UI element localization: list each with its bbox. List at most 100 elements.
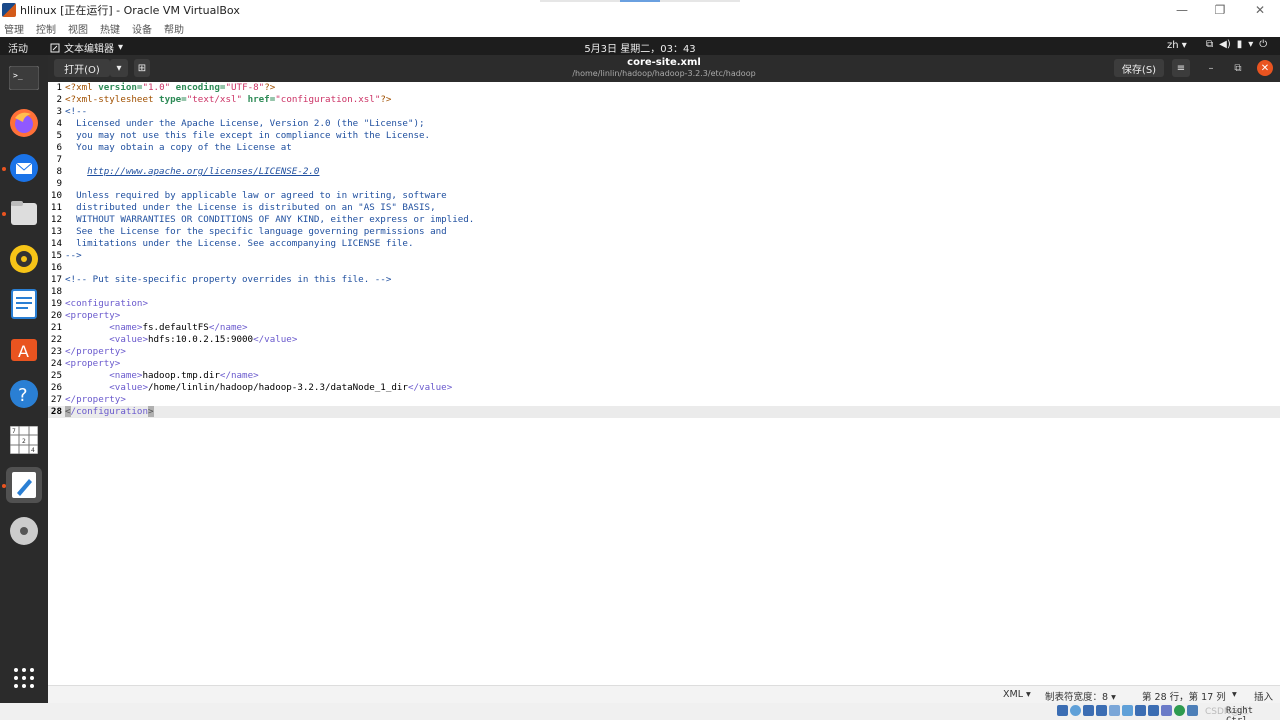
save-button[interactable]: 保存(S): [1114, 59, 1164, 77]
language-selector[interactable]: XML ▾: [1003, 689, 1031, 700]
document-path: /home/linlin/hadoop/hadoop-3.2.3/etc/had…: [572, 69, 756, 78]
line-number: 26: [50, 382, 62, 393]
svg-text:2: 2: [22, 438, 26, 445]
recording-icon[interactable]: [1148, 705, 1159, 716]
rhythmbox-icon: [10, 245, 38, 273]
dock-firefox[interactable]: [6, 105, 42, 141]
text-view[interactable]: 1 <?xml version="1.0" encoding="UTF-8"?> …: [48, 82, 1280, 685]
gnome-top-bar: 活动 文本编辑器 ▾ 5月3日 星期二，03：43 zh ▾ ⧉ ◀) ▮ ▾ …: [0, 37, 1280, 55]
line-number: 17: [50, 274, 62, 285]
line-number: 3: [56, 106, 62, 117]
line-number: 13: [50, 226, 62, 237]
close-button[interactable]: ✕: [1240, 0, 1280, 19]
code-line: 2 <?xml-stylesheet type="text/xsl" href="…: [48, 94, 1280, 106]
code-line: 3 <!--: [48, 106, 1280, 118]
line-number: 1: [56, 82, 62, 93]
code-line: 20 <property>: [48, 310, 1280, 322]
dock-text-editor[interactable]: [6, 467, 42, 503]
svg-text:A: A: [18, 342, 29, 361]
insert-mode: 插入: [1254, 692, 1274, 703]
code-area[interactable]: 1 <?xml version="1.0" encoding="UTF-8"?> …: [48, 82, 1280, 418]
dock-ubuntu-software[interactable]: A: [6, 331, 42, 367]
dock-thunderbird[interactable]: [6, 150, 42, 186]
code-line: 9: [48, 178, 1280, 190]
dock: >_ A ? 724: [0, 55, 48, 720]
virtualbox-icon: [2, 2, 16, 17]
title-progress-strip: [540, 0, 740, 2]
shared-folder-icon[interactable]: [1122, 705, 1133, 716]
line-number: 15: [50, 250, 62, 261]
line-number: 22: [50, 334, 62, 345]
network-icon[interactable]: [1096, 705, 1107, 716]
usb-icon[interactable]: [1109, 705, 1120, 716]
code-line: 17 <!-- Put site-specific property overri…: [48, 274, 1280, 286]
code-line: 14 limitations under the License. See ac…: [48, 238, 1280, 250]
firefox-icon: [10, 109, 38, 137]
dock-help[interactable]: ?: [6, 376, 42, 412]
menu-control[interactable]: 控制: [36, 21, 56, 36]
menu-devices[interactable]: 设备: [132, 21, 152, 36]
line-number: 4: [56, 118, 62, 129]
window-title: hllinux [正在运行] - Oracle VM VirtualBox: [20, 3, 240, 17]
tab-width-selector[interactable]: 制表符宽度：8 ▾: [1045, 689, 1116, 703]
minimize-button[interactable]: —: [1162, 0, 1202, 19]
code-line: 25 <name>hadoop.tmp.dir</name>: [48, 370, 1280, 382]
code-line: 1 <?xml version="1.0" encoding="UTF-8"?>: [48, 82, 1280, 94]
show-applications-icon: [14, 668, 34, 688]
dock-dvd[interactable]: [6, 513, 42, 549]
line-number: 28: [50, 406, 62, 417]
audio-icon[interactable]: [1083, 705, 1094, 716]
hdd-icon[interactable]: [1057, 705, 1068, 716]
restore-button[interactable]: ❐: [1200, 0, 1240, 19]
cursor-position[interactable]: 第 28 行，第 17 列: [1142, 689, 1226, 703]
cpu-icon[interactable]: [1161, 705, 1172, 716]
code-line: 24 <property>: [48, 358, 1280, 370]
host-key-label: Right Ctrl: [1226, 706, 1254, 720]
current-line: 28 </configuration>: [48, 406, 1280, 418]
menu-help[interactable]: 帮助: [164, 21, 184, 36]
license-link[interactable]: http://www.apache.org/licenses/LICENSE-2…: [87, 166, 319, 177]
hamburger-icon: ≡: [1176, 62, 1186, 74]
code-line: 19 <configuration>: [48, 298, 1280, 310]
system-menu[interactable]: ⧉ ◀) ▮ ▾ ⏻: [1206, 39, 1267, 50]
code-line: 6 You may obtain a copy of the License a…: [48, 142, 1280, 154]
dock-libreoffice-writer[interactable]: [6, 286, 42, 322]
line-number: 5: [56, 130, 62, 141]
editor-statusbar: XML ▾ 制表符宽度：8 ▾ 第 28 行，第 17 列 ▾ 插入: [48, 685, 1280, 703]
line-number: 10: [50, 190, 62, 201]
dock-files[interactable]: [6, 195, 42, 231]
keyboard-icon[interactable]: [1187, 705, 1198, 716]
line-number: 12: [50, 214, 62, 225]
code-line: 27 </property>: [48, 394, 1280, 406]
line-number: 6: [56, 142, 62, 153]
menu-manage[interactable]: 管理: [4, 21, 24, 36]
maximize-icon: ⧉: [1234, 62, 1242, 74]
minimize-icon: –: [1208, 62, 1214, 74]
menu-view[interactable]: 视图: [68, 21, 88, 36]
chevron-down-icon[interactable]: ▾: [1232, 689, 1237, 700]
menu-hotkeys[interactable]: 热键: [100, 21, 120, 36]
line-number: 27: [50, 394, 62, 405]
code-line: 21 <name>fs.defaultFS</name>: [48, 322, 1280, 334]
show-applications-button[interactable]: [6, 660, 42, 696]
editor-maximize-button[interactable]: ⧉: [1230, 60, 1246, 76]
display-icon[interactable]: [1135, 705, 1146, 716]
mouse-integration-icon[interactable]: [1174, 705, 1185, 716]
svg-text:4: 4: [31, 447, 35, 454]
editor-minimize-button[interactable]: –: [1203, 60, 1219, 76]
dock-sudoku[interactable]: 724: [6, 422, 42, 458]
hamburger-menu-button[interactable]: ≡: [1172, 59, 1190, 77]
help-icon: ?: [10, 380, 38, 408]
thunderbird-icon: [10, 154, 38, 182]
line-number: 24: [50, 358, 62, 369]
dock-rhythmbox[interactable]: [6, 241, 42, 277]
optical-icon[interactable]: [1070, 705, 1081, 716]
editor-close-button[interactable]: ✕: [1257, 60, 1273, 76]
code-line: 22 <value>hdfs:10.0.2.15:9000</value>: [48, 334, 1280, 346]
code-line: 16: [48, 262, 1280, 274]
vbox-statusbar: CSDN@江 Right Ctrl: [0, 703, 1280, 720]
dock-terminal[interactable]: >_: [6, 60, 42, 96]
clock[interactable]: 5月3日 星期二，03：43: [0, 40, 1280, 55]
line-number: 18: [50, 286, 62, 297]
input-language[interactable]: zh ▾: [1167, 40, 1187, 51]
